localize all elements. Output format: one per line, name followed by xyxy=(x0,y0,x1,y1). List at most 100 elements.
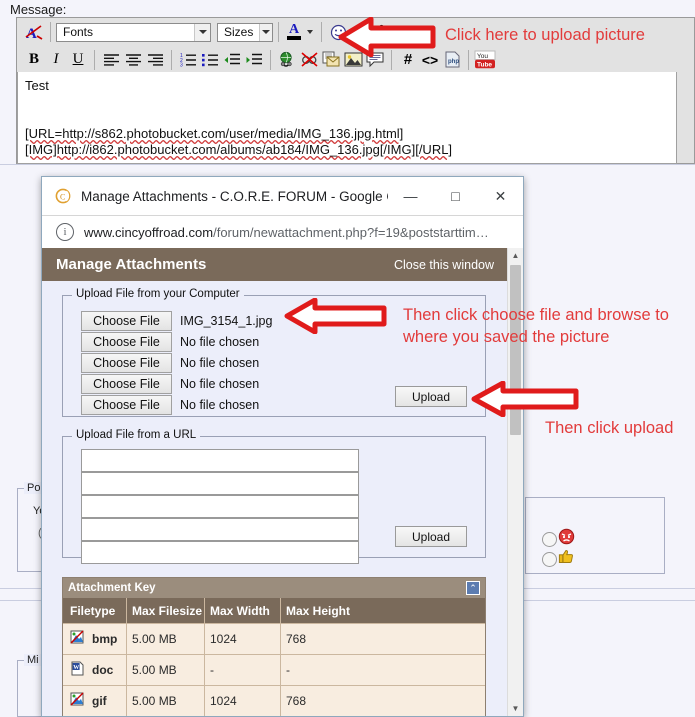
screenshot-root: Message: A Fonts Sizes A xyxy=(0,0,695,717)
svg-text:C: C xyxy=(60,193,65,202)
filetype-bmp: bmp xyxy=(92,632,118,646)
height-bmp: 768 xyxy=(286,632,307,646)
toolbar-separator xyxy=(278,22,279,42)
toolbar-separator xyxy=(270,49,271,70)
font-family-select[interactable]: Fonts xyxy=(56,22,211,42)
annotation-choose-file-line2: where you saved the picture xyxy=(403,328,610,346)
toolbar-separator xyxy=(50,22,51,42)
italic-button[interactable]: I xyxy=(45,49,67,71)
font-color-icon[interactable]: A xyxy=(284,21,304,43)
column-header-filetype: Filetype xyxy=(70,603,116,618)
filesize-bmp: 5.00 MB xyxy=(132,632,177,646)
maximize-button[interactable]: □ xyxy=(433,177,478,215)
dialog-title: Manage Attachments xyxy=(56,256,207,273)
filesize-gif: 5.00 MB xyxy=(132,694,177,708)
annotation-choose-file-line1: Then click choose file and browse to xyxy=(403,306,669,324)
word-file-icon: W xyxy=(70,661,85,679)
attachment-key-header: Attachment Key ⌃ xyxy=(63,578,485,598)
filetype-doc: doc xyxy=(92,663,114,677)
choose-file-button-5[interactable]: Choose File xyxy=(81,394,172,415)
choose-file-button-1[interactable]: Choose File xyxy=(81,310,172,331)
body-line-4: [URL=http://s862.photobucket.com/user/me… xyxy=(25,126,404,141)
url-input-2[interactable] xyxy=(81,472,359,495)
address-bar[interactable]: i www.cincyoffroad.com/forum/newattachme… xyxy=(42,216,523,249)
url-input-4[interactable] xyxy=(81,518,359,541)
height-gif: 768 xyxy=(286,694,307,708)
font-color-dropdown-icon[interactable] xyxy=(304,30,316,34)
misc-options-legend: Mi xyxy=(24,654,42,666)
window-title: Manage Attachments - C.O.R.E. FORUM - Go… xyxy=(81,188,388,204)
url-domain: www.cincyoffroad.com xyxy=(84,224,214,240)
svg-text:Tube: Tube xyxy=(477,61,492,68)
upload-url-button[interactable]: Upload xyxy=(395,526,467,547)
unordered-list-button[interactable] xyxy=(199,49,221,71)
address-bar-url: www.cincyoffroad.com/forum/newattachment… xyxy=(84,225,489,240)
image-file-icon xyxy=(70,630,85,648)
body-line-5: [IMG]http://i862.photobucket.com/albums/… xyxy=(25,142,453,157)
svg-text:You: You xyxy=(477,53,488,60)
font-size-value: Sizes xyxy=(224,25,254,39)
angry-face-icon xyxy=(558,528,575,548)
collapse-icon[interactable]: ⌃ xyxy=(466,581,480,595)
outdent-button[interactable] xyxy=(221,49,243,71)
bold-button[interactable]: B xyxy=(23,49,45,71)
attachment-key-table: Attachment Key ⌃ Filetype Max Filesize M… xyxy=(62,577,486,716)
upload-computer-button[interactable]: Upload xyxy=(395,386,467,407)
body-line-1: Test xyxy=(25,78,49,93)
close-button[interactable]: ✕ xyxy=(478,177,523,215)
php-code-button[interactable]: php xyxy=(441,49,463,71)
svg-text:3: 3 xyxy=(180,62,183,67)
remove-formatting-icon[interactable]: A xyxy=(23,21,45,43)
file-name-4: No file chosen xyxy=(180,376,260,391)
page-divider xyxy=(0,164,695,165)
font-color-swatch xyxy=(287,36,301,40)
attachment-key-title: Attachment Key xyxy=(68,582,156,594)
filetype-gif: gif xyxy=(92,694,107,708)
minimize-button[interactable]: — xyxy=(388,177,433,215)
annotation-arrow-upload-button xyxy=(471,381,579,417)
body-line-3 xyxy=(25,110,669,126)
choose-file-button-4[interactable]: Choose File xyxy=(81,373,172,394)
align-right-button[interactable] xyxy=(144,49,166,71)
file-name-3: No file chosen xyxy=(180,355,260,370)
file-name-1: IMG_3154_1.jpg xyxy=(180,313,273,328)
chevron-down-icon xyxy=(259,23,272,41)
file-name-2: No file chosen xyxy=(180,334,260,349)
youtube-button[interactable]: You Tube xyxy=(474,49,496,71)
message-body-textarea[interactable]: Test [URL=http://s862.photobucket.com/us… xyxy=(17,72,677,164)
rating-radio-1[interactable] xyxy=(542,532,557,547)
annotation-upload-text: Click here to upload picture xyxy=(445,26,645,44)
choose-file-button-2[interactable]: Choose File xyxy=(81,331,172,352)
scroll-down-arrow-icon[interactable]: ▼ xyxy=(508,701,523,716)
column-header-width: Max Width xyxy=(210,603,270,618)
close-this-window-link[interactable]: Close this window xyxy=(394,258,494,272)
chevron-down-icon xyxy=(194,23,210,41)
font-size-select[interactable]: Sizes xyxy=(217,22,273,42)
scroll-up-arrow-icon[interactable]: ▲ xyxy=(508,248,523,263)
align-left-button[interactable] xyxy=(100,49,122,71)
width-bmp: 1024 xyxy=(210,632,237,646)
url-input-1[interactable] xyxy=(81,449,359,472)
ordered-list-button[interactable]: 123 xyxy=(177,49,199,71)
annotation-arrow-upload-icon xyxy=(338,17,436,57)
width-gif: 1024 xyxy=(210,694,237,708)
underline-button[interactable]: U xyxy=(67,49,89,71)
window-title-bar[interactable]: C Manage Attachments - C.O.R.E. FORUM - … xyxy=(42,177,523,216)
manage-attachments-window: C Manage Attachments - C.O.R.E. FORUM - … xyxy=(41,176,524,717)
url-input-3[interactable] xyxy=(81,495,359,518)
choose-file-button-3[interactable]: Choose File xyxy=(81,352,172,373)
info-circle-icon[interactable]: i xyxy=(56,223,74,241)
core-forum-favicon: C xyxy=(54,187,72,205)
insert-link-button[interactable] xyxy=(276,49,298,71)
svg-text:php: php xyxy=(448,59,459,65)
remove-link-button[interactable] xyxy=(298,49,320,71)
rating-radio-2[interactable] xyxy=(542,552,557,567)
indent-button[interactable] xyxy=(243,49,265,71)
align-center-button[interactable] xyxy=(122,49,144,71)
url-input-5[interactable] xyxy=(81,541,359,564)
upload-from-url-legend: Upload File from a URL xyxy=(72,429,201,441)
annotation-upload-button-text: Then click upload xyxy=(545,419,674,437)
thumbs-up-icon xyxy=(558,548,575,568)
toolbar-separator xyxy=(171,49,172,70)
toolbar-separator xyxy=(94,49,95,70)
